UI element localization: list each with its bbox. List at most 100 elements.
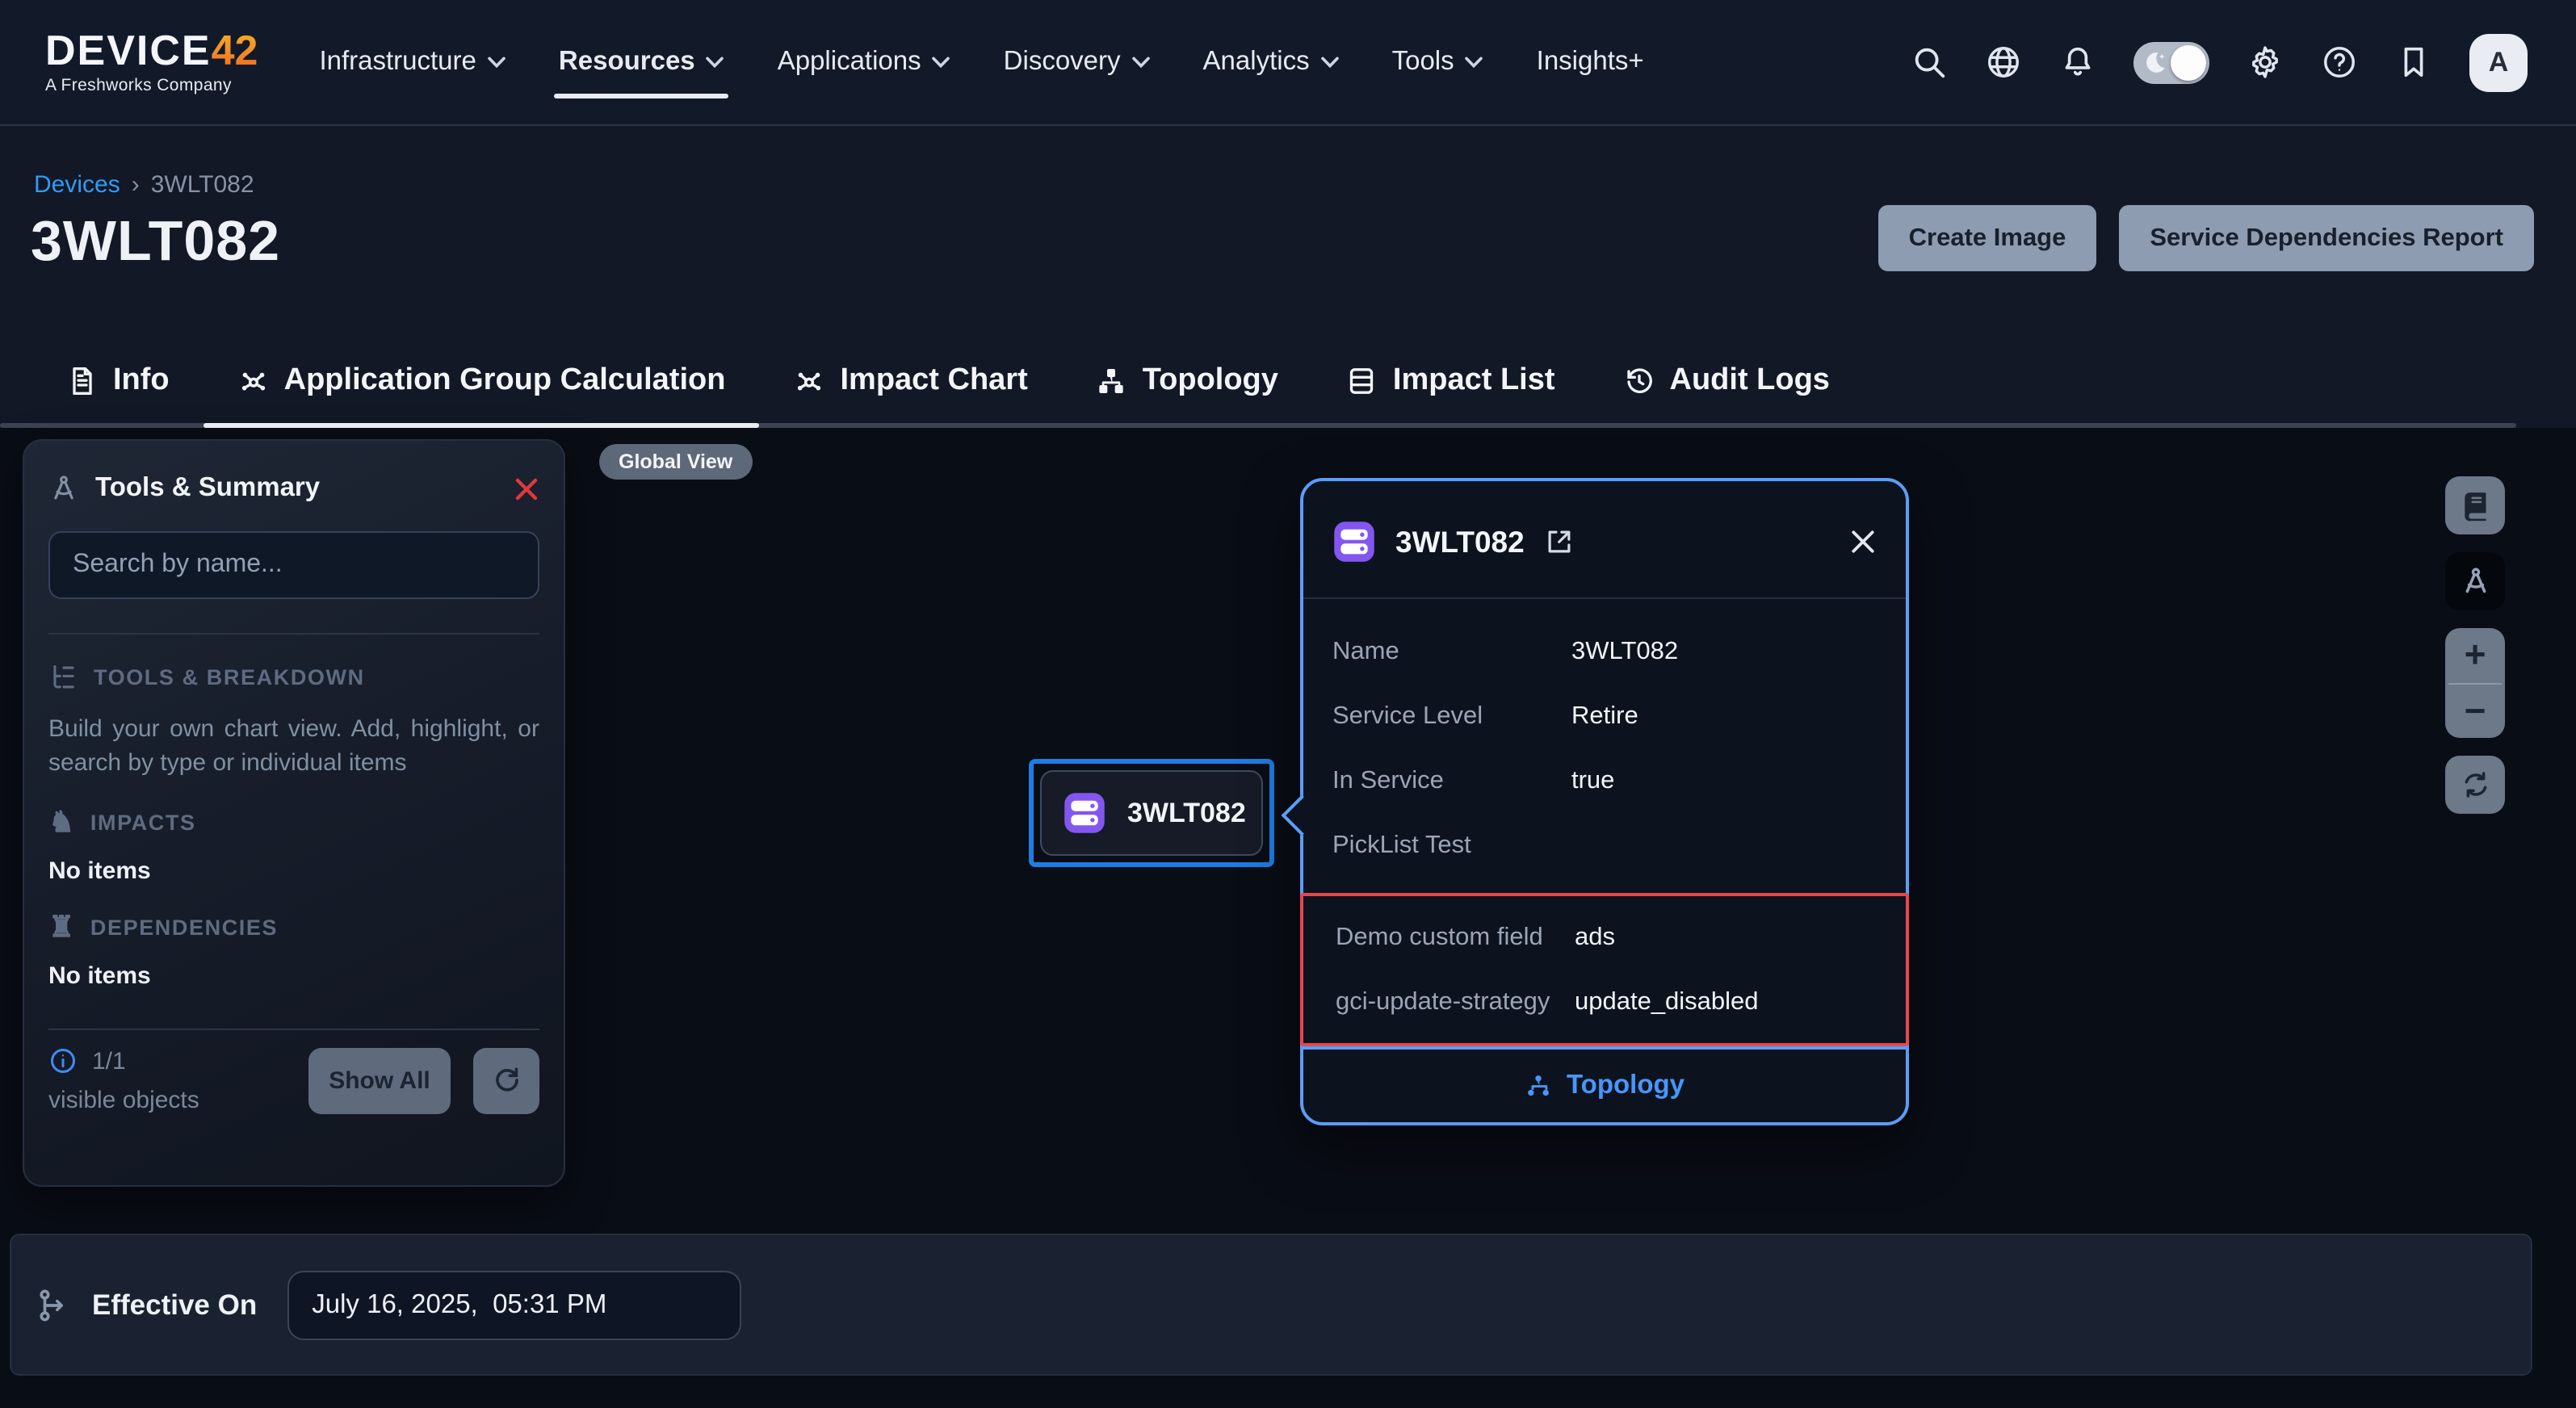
section-description: Build your own chart view. Add, highligh… <box>48 712 539 780</box>
search-input[interactable] <box>48 531 539 599</box>
drafting-compass-icon <box>48 473 79 504</box>
server-icon <box>1332 520 1376 564</box>
chevron-down-icon <box>488 57 506 68</box>
nav-item-resources[interactable]: Resources <box>559 47 724 78</box>
nav-item-analytics[interactable]: Analytics <box>1203 47 1339 78</box>
detail-row: gci-update-strategy update_disabled <box>1336 985 1873 1024</box>
tab-application-group-calculation[interactable]: Application Group Calculation <box>203 333 760 428</box>
drafting-compass-icon <box>2459 565 2491 597</box>
app-window: DEVICE 42 A Freshworks Company Infrastru… <box>0 0 2576 1408</box>
topology-icon <box>1096 364 1128 396</box>
book-icon <box>2459 489 2491 522</box>
logo-subtitle: A Freshworks Company <box>45 78 258 95</box>
hub-network-icon <box>237 364 270 396</box>
brand-logo[interactable]: DEVICE 42 A Freshworks Company <box>45 30 258 95</box>
moon-icon <box>2142 49 2167 75</box>
chevron-down-icon <box>933 57 950 68</box>
version-flow-icon <box>36 1286 73 1323</box>
tab-topology[interactable]: Topology <box>1062 333 1312 428</box>
effective-on-label: Effective On <box>92 1288 257 1322</box>
sync-button[interactable] <box>2445 756 2505 814</box>
bookmark-icon[interactable] <box>2395 44 2432 81</box>
tab-info[interactable]: Info <box>32 333 203 428</box>
nav-item-discovery[interactable]: Discovery <box>1004 47 1150 78</box>
close-icon[interactable] <box>1849 528 1877 555</box>
reload-button[interactable] <box>473 1047 539 1113</box>
nav-item-infrastructure[interactable]: Infrastructure <box>319 47 505 78</box>
visible-count: 1/1 <box>92 1047 126 1075</box>
breadcrumb-separator: › <box>132 171 140 199</box>
zoom-in-button[interactable]: + <box>2445 628 2505 682</box>
search-icon[interactable] <box>1911 44 1948 81</box>
popup-title: 3WLT082 <box>1395 524 1525 559</box>
top-navigation: DEVICE 42 A Freshworks Company Infrastru… <box>0 0 2576 126</box>
logo-accent: 42 <box>212 30 258 72</box>
hub-network-icon <box>793 364 825 396</box>
detail-tabs: Info Application Group Calculation Impac… <box>0 333 1864 428</box>
topnav-actions: A <box>1911 33 2528 91</box>
tab-audit-logs[interactable]: Audit Logs <box>1589 333 1864 428</box>
canvas-toolbar: + − <box>2445 476 2505 814</box>
chevron-down-icon <box>1321 57 1339 68</box>
dependencies-empty-text: No items <box>48 962 539 990</box>
service-dependencies-report-button[interactable]: Service Dependencies Report <box>2119 205 2534 271</box>
external-link-icon[interactable] <box>1544 526 1575 557</box>
detail-row: PickList Test <box>1332 828 1877 867</box>
node-detail-popup: 3WLT082 Name 3WLT082 Service Level Retir… <box>1300 478 1909 1125</box>
create-image-button[interactable]: Create Image <box>1878 205 2097 271</box>
chevron-down-icon <box>1466 57 1483 68</box>
breadcrumb-link-devices[interactable]: Devices <box>34 171 120 199</box>
sync-icon <box>2459 769 2491 801</box>
zoom-control: + − <box>2445 628 2505 738</box>
tools-compass-button[interactable] <box>2445 552 2505 610</box>
divider <box>48 1029 539 1030</box>
device-node[interactable]: 3WLT082 <box>1029 759 1274 867</box>
highlighted-custom-fields: Demo custom field ads gci-update-strateg… <box>1300 893 1909 1046</box>
main-nav: Infrastructure Resources Applications Di… <box>319 47 1643 78</box>
show-all-button[interactable]: Show All <box>308 1047 451 1113</box>
close-icon[interactable] <box>514 476 539 501</box>
toggle-knob <box>2171 44 2206 80</box>
help-icon[interactable] <box>2321 44 2358 81</box>
zoom-out-button[interactable]: − <box>2445 684 2505 738</box>
tab-impact-list[interactable]: Impact List <box>1312 333 1589 428</box>
topology-icon <box>1525 1072 1552 1100</box>
nav-item-applications[interactable]: Applications <box>778 47 950 78</box>
knight-icon: ♞ <box>48 807 76 836</box>
breadcrumb: Devices › 3WLT082 <box>34 171 254 199</box>
section-tools-breakdown: TOOLS & BREAKDOWN <box>48 662 539 693</box>
chevron-down-icon <box>1132 57 1150 68</box>
refresh-icon <box>490 1064 522 1096</box>
chart-canvas: Global View Tools & Summary TOOLS & BREA… <box>0 428 2576 1408</box>
logo-text: DEVICE <box>45 30 212 72</box>
notifications-bell-icon[interactable] <box>2059 44 2096 81</box>
effective-on-datetime-input[interactable]: July 16, 2025, 05:31 PM <box>287 1270 741 1339</box>
user-avatar[interactable]: A <box>2469 33 2528 91</box>
chevron-down-icon <box>707 57 724 68</box>
breadcrumb-current: 3WLT082 <box>151 171 254 199</box>
effective-on-bar: Effective On July 16, 2025, 05:31 PM <box>10 1234 2532 1376</box>
topology-link[interactable]: Topology <box>1303 1046 1906 1122</box>
impacts-empty-text: No items <box>48 857 539 885</box>
divider <box>48 633 539 635</box>
detail-row: Name 3WLT082 <box>1332 635 1877 673</box>
legend-book-button[interactable] <box>2445 476 2505 534</box>
node-label: 3WLT082 <box>1127 797 1246 829</box>
settings-gear-icon[interactable] <box>2247 44 2284 81</box>
tab-impact-chart[interactable]: Impact Chart <box>759 333 1061 428</box>
global-view-badge: Global View <box>599 444 752 480</box>
list-icon <box>1346 364 1378 396</box>
list-tree-icon <box>48 662 79 693</box>
section-impacts: ♞ IMPACTS <box>48 807 539 836</box>
visible-count-caption: visible objects <box>48 1087 308 1114</box>
document-icon <box>66 364 99 396</box>
nav-item-tools[interactable]: Tools <box>1392 47 1483 78</box>
detail-row: In Service true <box>1332 764 1877 802</box>
nav-item-insights[interactable]: Insights+ <box>1537 47 1644 78</box>
history-icon <box>1623 364 1655 396</box>
tools-summary-panel: Tools & Summary TOOLS & BREAKDOWN Build … <box>23 439 565 1187</box>
globe-icon[interactable] <box>1985 44 2022 81</box>
page-title: 3WLT082 <box>31 210 280 274</box>
theme-toggle[interactable] <box>2133 41 2209 83</box>
detail-row: Service Level Retire <box>1332 699 1877 738</box>
